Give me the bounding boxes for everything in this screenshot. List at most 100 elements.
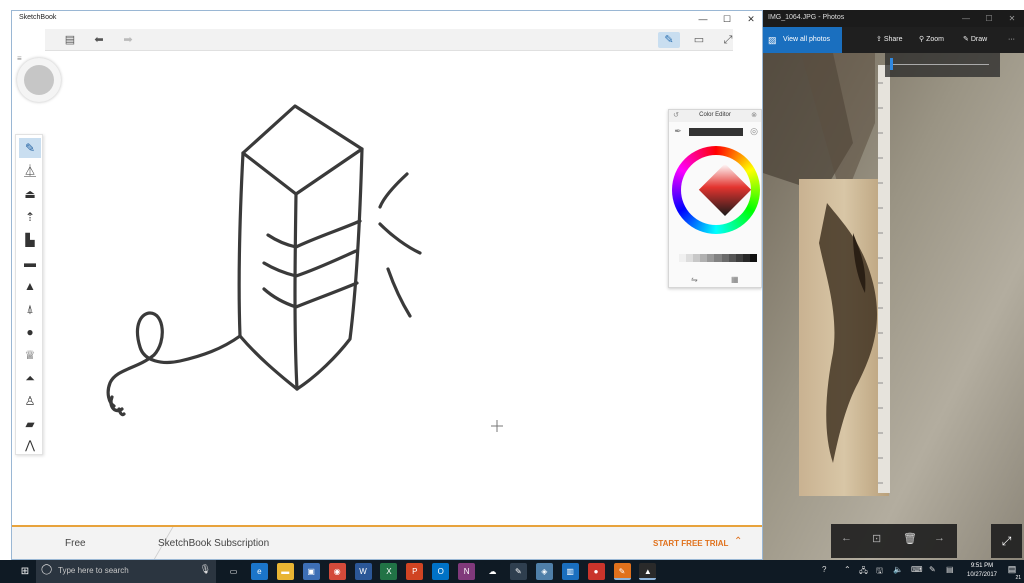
brush-felt-pen[interactable]: ⏏ xyxy=(19,184,41,204)
grayscale-swatches xyxy=(679,254,758,262)
action-center-icon[interactable]: ▤ 21 xyxy=(1004,564,1021,581)
gray-swatch[interactable] xyxy=(693,254,701,262)
taskbar-powerpoint-icon[interactable]: P xyxy=(406,563,424,580)
color-wheel[interactable] xyxy=(672,146,760,234)
zoom-slider-thumb[interactable] xyxy=(890,58,893,70)
taskbar-photos-icon[interactable]: ▲ xyxy=(639,563,657,580)
menu-icon[interactable]: ≡ xyxy=(17,54,22,63)
gray-swatch[interactable] xyxy=(749,254,758,262)
fullscreen-toggle-icon[interactable]: ⤢ xyxy=(991,524,1022,558)
volume-icon[interactable]: 🔈 xyxy=(893,565,903,574)
taskbar-clock[interactable]: 9:51 PM 10/27/2017 xyxy=(963,562,1001,580)
gray-swatch[interactable] xyxy=(686,254,694,262)
brush-technical-pen[interactable]: ⏅ xyxy=(19,161,41,181)
microphone-icon[interactable]: 🎙 xyxy=(200,564,211,575)
taskbar-excel-icon[interactable]: X xyxy=(380,563,398,580)
sketch-stroke xyxy=(262,249,358,278)
drawing-canvas[interactable] xyxy=(12,11,763,525)
crosshair-cursor xyxy=(491,420,503,432)
gray-swatch[interactable] xyxy=(707,254,715,262)
taskbar-edge-icon[interactable]: e xyxy=(250,563,268,580)
draw-button[interactable]: ✎ Draw xyxy=(963,27,987,53)
more-options-button[interactable]: ··· xyxy=(1008,27,1015,53)
gray-swatch[interactable] xyxy=(742,254,750,262)
close-panel-icon[interactable]: ⊗ xyxy=(749,111,759,121)
color-sliders-icon[interactable]: ⇋ xyxy=(691,275,698,284)
pen-workspace-icon[interactable]: ✎ xyxy=(929,565,936,574)
share-icon: ⇪ xyxy=(876,36,882,43)
taskbar-red-app-icon[interactable]: ● xyxy=(587,563,605,580)
brush-eraser[interactable]: ▰ xyxy=(19,414,41,434)
search-icon: ◯ xyxy=(41,564,53,575)
color-picker-icon[interactable]: ◎ xyxy=(749,126,759,136)
brush-fine-brush[interactable]: ⇡ xyxy=(19,207,41,227)
brush-hard-airbrush[interactable]: ⏶ xyxy=(19,368,41,388)
show-hidden-icons[interactable]: ⌃ xyxy=(844,565,851,574)
taskbar-onenote-icon[interactable]: N xyxy=(458,563,476,580)
subscription-banner: Free SketchBook Subscription START FREE … xyxy=(12,525,762,559)
taskbar-task-view-icon[interactable]: ▭ xyxy=(225,563,242,580)
slideshow-icon[interactable]: ⊡ xyxy=(872,532,881,545)
network-icon[interactable]: 🖧 xyxy=(859,565,868,579)
brush-flat-marker[interactable]: ▬ xyxy=(19,253,41,273)
taskbar-sketchbook-icon[interactable]: ✎ xyxy=(613,563,631,580)
view-all-photos-button[interactable]: ▨ View all photos xyxy=(763,27,842,53)
taskbar-store-icon[interactable]: ▣ xyxy=(302,563,320,580)
taskbar-mixed-reality-icon[interactable]: ◈ xyxy=(535,563,553,580)
chevron-up-icon[interactable]: ⌃ xyxy=(734,536,742,547)
taskbar-photos-app-icon[interactable]: ▥ xyxy=(561,563,579,580)
photos-icon: ▨ xyxy=(768,35,777,45)
taskbar-word-icon[interactable]: W xyxy=(354,563,372,580)
share-button[interactable]: ⇪ Share xyxy=(876,27,903,53)
photos-close-button[interactable]: ✕ xyxy=(1001,12,1023,25)
gray-swatch[interactable] xyxy=(735,254,743,262)
color-editor-header[interactable]: ↺ Color Editor ⊗ xyxy=(669,110,761,122)
photos-maximize-button[interactable]: ☐ xyxy=(978,12,1000,25)
help-icon[interactable]: ? xyxy=(822,565,826,574)
brush-ink-brush[interactable]: ● xyxy=(19,322,41,342)
delete-icon[interactable]: 🗑 xyxy=(903,532,917,545)
brush-paint-brush[interactable]: ⍋ xyxy=(19,299,41,319)
photo-nav-bar: ← ⊡ 🗑 → xyxy=(831,524,957,558)
previous-arrow-icon[interactable]: ← xyxy=(841,532,852,544)
brush-soft-airbrush[interactable]: ♕ xyxy=(19,345,41,365)
photos-minimize-button[interactable]: — xyxy=(955,12,977,25)
gray-swatch[interactable] xyxy=(721,254,729,262)
taskbar-onedrive-icon[interactable]: ☁ xyxy=(484,563,501,580)
gray-swatch[interactable] xyxy=(700,254,708,262)
eyedropper-icon[interactable]: ✒ xyxy=(673,126,683,136)
taskbar-file-explorer-icon[interactable]: ▬ xyxy=(276,563,294,580)
saturation-value-picker[interactable] xyxy=(698,163,752,216)
sketch-stroke xyxy=(241,104,364,196)
current-color-swatch[interactable] xyxy=(689,128,743,136)
photos-toolbar: ▨ View all photos ⇪ Share ⚲ Zoom ✎ Draw … xyxy=(763,27,1024,53)
color-grid-icon[interactable]: ▦ xyxy=(731,275,739,284)
start-free-trial-button[interactable]: START FREE TRIAL xyxy=(653,539,728,548)
zoom-slider[interactable] xyxy=(885,53,1000,77)
notification-count-badge: 21 xyxy=(1015,575,1021,581)
gray-swatch[interactable] xyxy=(728,254,736,262)
taskbar-chrome-icon[interactable]: ◉ xyxy=(328,563,346,580)
taskbar-outlook-icon[interactable]: O xyxy=(432,563,450,580)
touch-keyboard-icon[interactable]: ▤ xyxy=(946,565,954,574)
next-arrow-icon[interactable]: → xyxy=(934,532,945,544)
keyboard-icon[interactable]: ⌨ xyxy=(911,565,923,574)
brush-ballpoint-pen[interactable]: ▲ xyxy=(19,276,41,296)
draw-icon: ✎ xyxy=(963,36,969,43)
color-wheel-center xyxy=(681,155,752,225)
gray-swatch[interactable] xyxy=(714,254,722,262)
zoom-button[interactable]: ⚲ Zoom xyxy=(919,27,944,53)
brush-puck[interactable] xyxy=(17,58,61,102)
photo-image[interactable] xyxy=(763,53,1024,560)
sketch-stroke xyxy=(378,172,409,209)
brush-pencil[interactable]: ✎ xyxy=(19,138,41,158)
battery-icon[interactable]: 🖫 xyxy=(876,565,883,579)
brush-chisel-marker[interactable]: ♙ xyxy=(19,391,41,411)
brush-smear[interactable]: ⋀ xyxy=(19,437,41,453)
gray-swatch[interactable] xyxy=(679,254,687,262)
taskbar-sketchbook-pen-icon[interactable]: ✎ xyxy=(509,563,527,580)
photos-titlebar[interactable]: IMG_1064.JPG - Photos — ☐ ✕ xyxy=(763,10,1024,27)
brush-marker[interactable]: ▙ xyxy=(19,230,41,250)
windows-start-icon[interactable]: ⊞ xyxy=(14,560,36,583)
taskbar-search-box[interactable]: ◯ Type here to search 🎙 xyxy=(36,560,216,583)
